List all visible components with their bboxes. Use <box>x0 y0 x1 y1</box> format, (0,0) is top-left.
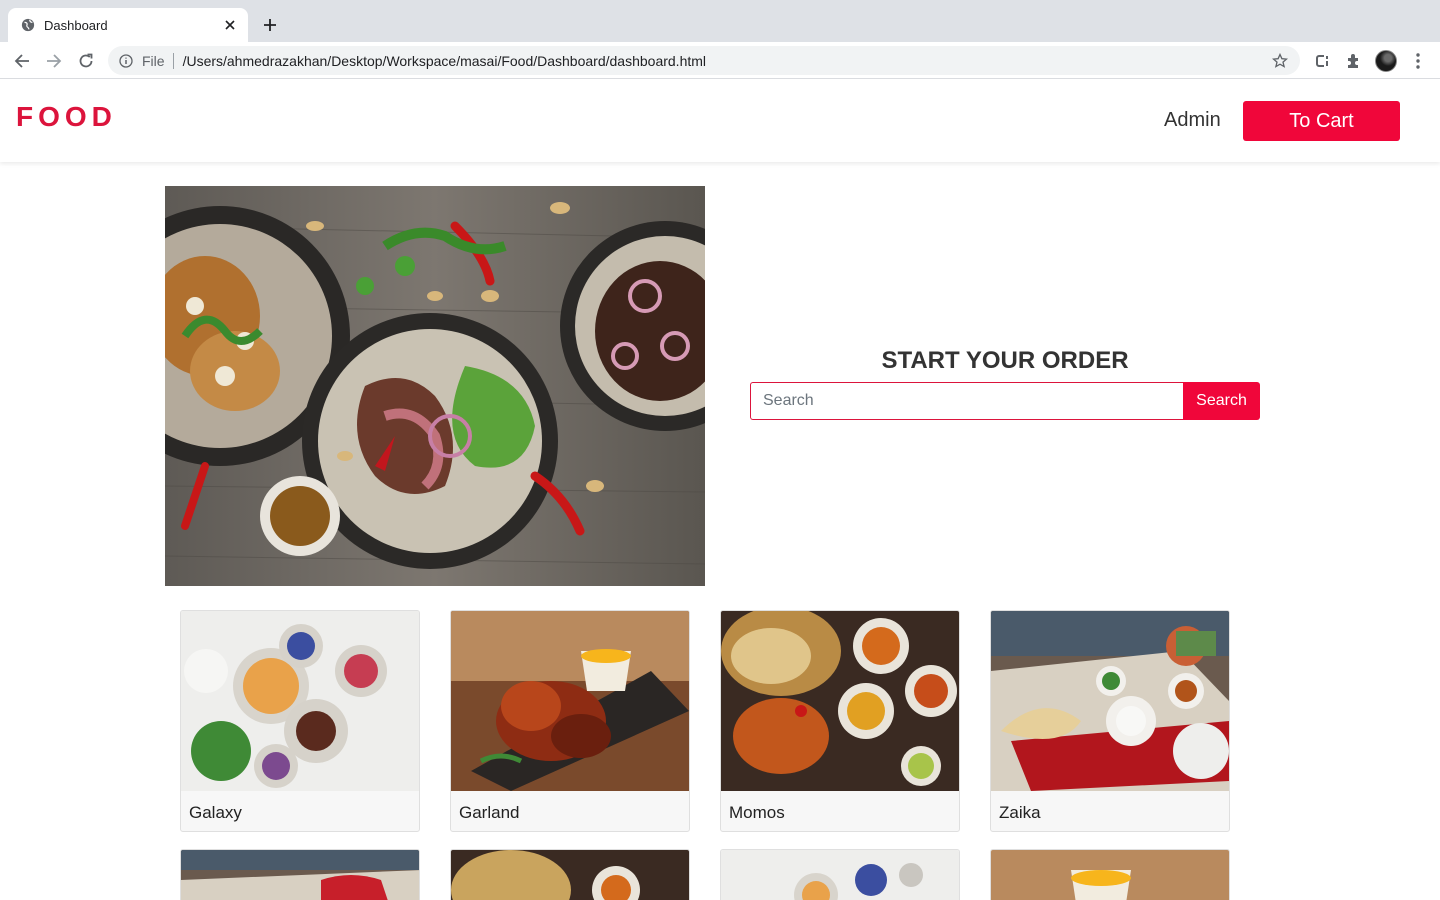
brand-logo[interactable]: FOOD <box>16 101 117 133</box>
globe-icon <box>20 17 36 33</box>
reload-icon[interactable] <box>73 48 99 74</box>
restaurant-card-zaika[interactable]: Zaika <box>990 610 1230 832</box>
restaurant-name: Momos <box>729 803 785 822</box>
profile-avatar[interactable] <box>1374 49 1398 73</box>
address-bar[interactable]: File /Users/ahmedrazakhan/Desktop/Worksp… <box>108 46 1300 75</box>
kebab-menu-icon[interactable] <box>1406 49 1430 73</box>
start-order-heading: START YOUR ORDER <box>881 347 1129 374</box>
close-icon[interactable] <box>222 17 238 33</box>
url-divider <box>172 52 174 69</box>
admin-link[interactable]: Admin <box>1164 109 1221 132</box>
star-icon[interactable] <box>1270 51 1290 71</box>
restaurant-card[interactable] <box>990 849 1230 900</box>
restaurant-card-garland[interactable]: Garland <box>450 610 690 832</box>
browser-toolbar: File /Users/ahmedrazakhan/Desktop/Worksp… <box>0 42 1440 79</box>
forward-arrow-icon[interactable] <box>41 48 67 74</box>
avatar <box>1375 50 1397 72</box>
restaurant-image <box>991 611 1229 791</box>
search-button[interactable]: Search <box>1183 382 1260 420</box>
restaurant-name: Galaxy <box>189 803 242 822</box>
new-tab-button[interactable] <box>258 13 282 37</box>
info-icon[interactable] <box>118 53 134 69</box>
restaurant-card-galaxy[interactable]: Galaxy <box>180 610 420 832</box>
restaurant-card[interactable] <box>720 849 960 900</box>
restaurant-image <box>451 611 689 791</box>
browser-tab[interactable]: Dashboard <box>8 8 248 42</box>
tab-title: Dashboard <box>44 17 108 33</box>
restaurant-name: Zaika <box>999 803 1041 822</box>
puzzle-icon[interactable] <box>1342 49 1366 73</box>
search-input[interactable] <box>750 382 1183 420</box>
to-cart-button[interactable]: To Cart <box>1243 101 1400 141</box>
restaurant-image <box>721 611 959 791</box>
url-text[interactable]: /Users/ahmedrazakhan/Desktop/Workspace/m… <box>183 53 1270 69</box>
restaurant-image <box>181 611 419 791</box>
search-bar: Search <box>750 382 1260 420</box>
extension-c-icon[interactable] <box>1310 49 1334 73</box>
restaurant-card-momos[interactable]: Momos <box>720 610 960 832</box>
site-navbar: FOOD Admin To Cart <box>0 79 1440 162</box>
back-arrow-icon[interactable] <box>9 48 35 74</box>
url-scheme: File <box>142 52 165 69</box>
restaurant-card[interactable] <box>450 849 690 900</box>
page-content: FOOD Admin To Cart START YOUR ORDER Sear… <box>0 79 1440 900</box>
restaurant-name: Garland <box>459 803 520 822</box>
browser-tabstrip: Dashboard <box>0 0 1440 42</box>
hero-food-image <box>165 186 705 586</box>
restaurant-card[interactable] <box>180 849 420 900</box>
